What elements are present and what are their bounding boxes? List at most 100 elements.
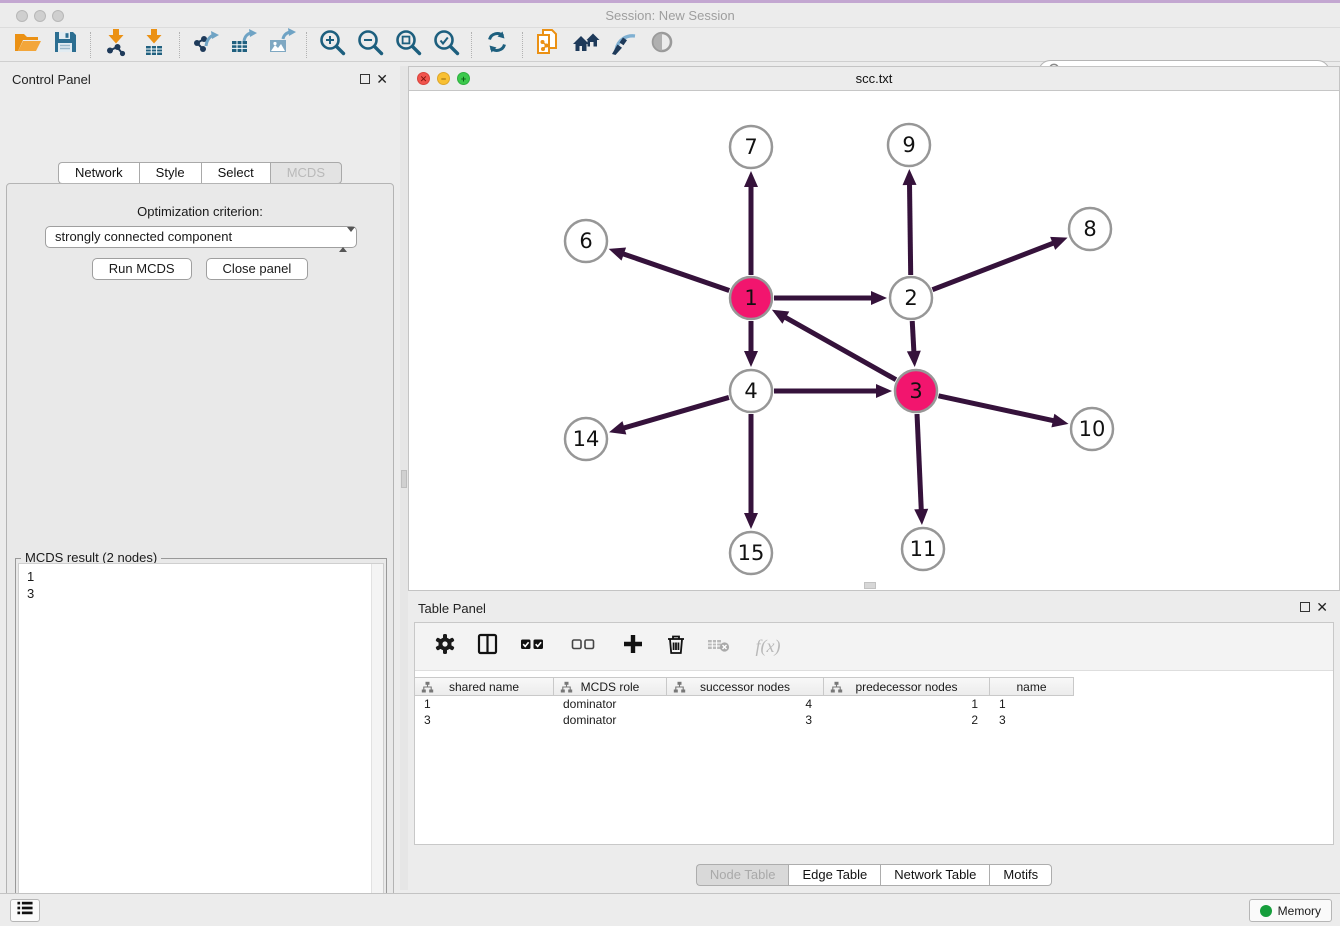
- result-line: 3: [27, 585, 375, 602]
- tab-network-table[interactable]: Network Table: [880, 864, 989, 886]
- houses-button[interactable]: [567, 29, 605, 61]
- zoom-selected-icon: [431, 27, 461, 62]
- cell-shared-name[interactable]: 3: [415, 712, 554, 728]
- table-row[interactable]: 1dominator411: [415, 696, 1333, 712]
- cell-predecessor-nodes[interactable]: 2: [824, 712, 990, 728]
- close-panel-icon[interactable]: ✕: [376, 70, 388, 88]
- paintbrush-button[interactable]: [605, 29, 643, 61]
- import-table-button[interactable]: [135, 29, 173, 61]
- edge-3-11[interactable]: [917, 414, 921, 512]
- unselect-all-button[interactable]: [568, 633, 604, 661]
- export-table-icon: [228, 27, 258, 62]
- column-header-name[interactable]: name: [990, 677, 1074, 696]
- task-history-button[interactable]: [10, 899, 40, 922]
- tab-mcds[interactable]: MCDS: [270, 162, 342, 184]
- zoom-selected-button[interactable]: [427, 29, 465, 61]
- column-type-icon: [673, 681, 686, 697]
- table-row[interactable]: 3dominator323: [415, 712, 1333, 728]
- network-canvas[interactable]: 7968124314101511: [409, 91, 1339, 590]
- node-label-6: 6: [579, 229, 592, 253]
- export-image-button[interactable]: [262, 29, 300, 61]
- cell-name[interactable]: 1: [990, 696, 1074, 712]
- cell-predecessor-nodes[interactable]: 1: [824, 696, 990, 712]
- close-panel-button[interactable]: Close panel: [206, 258, 309, 280]
- network-resize-handle[interactable]: [864, 582, 876, 589]
- zoom-out-button[interactable]: [351, 29, 389, 61]
- application-window: Session: New Session: [0, 0, 1340, 926]
- edge-arrowhead: [876, 384, 892, 398]
- node-label-8: 8: [1083, 217, 1096, 241]
- mcds-result-lines: 13: [19, 564, 383, 606]
- edge-4-14[interactable]: [622, 397, 729, 428]
- edge-2-3[interactable]: [912, 321, 914, 354]
- cell-successor-nodes[interactable]: 3: [667, 712, 824, 728]
- cell-mcds-role[interactable]: dominator: [554, 696, 667, 712]
- open-session-button[interactable]: [8, 29, 46, 61]
- memory-status-icon: [1260, 905, 1272, 917]
- node-label-10: 10: [1079, 417, 1106, 441]
- tab-network[interactable]: Network: [58, 162, 139, 184]
- tab-edge-table[interactable]: Edge Table: [788, 864, 880, 886]
- status-bar: Memory: [0, 893, 1340, 926]
- mcds-panel-body: Optimization criterion: strongly connect…: [6, 183, 394, 926]
- tab-motifs[interactable]: Motifs: [989, 864, 1052, 886]
- vertical-splitter[interactable]: [400, 66, 408, 890]
- cell-name[interactable]: 3: [990, 712, 1074, 728]
- control-panel-title: Control Panel: [12, 72, 91, 87]
- mcds-result-area[interactable]: 13: [18, 563, 384, 926]
- export-network-button[interactable]: [186, 29, 224, 61]
- optimization-criterion-select[interactable]: strongly connected component: [45, 226, 357, 248]
- toolbar-separator: [471, 32, 472, 58]
- edge-1-6[interactable]: [621, 253, 729, 290]
- tab-style[interactable]: Style: [139, 162, 201, 184]
- edge-2-8[interactable]: [932, 242, 1055, 289]
- table-settings-button[interactable]: [431, 633, 459, 661]
- node-label-14: 14: [573, 427, 600, 451]
- cell-mcds-role[interactable]: dominator: [554, 712, 667, 728]
- column-label: MCDS role: [581, 680, 640, 694]
- network-titlebar: ✕ − + scc.txt: [409, 67, 1339, 91]
- show-columns-button[interactable]: [474, 633, 502, 661]
- delete-row-button[interactable]: [662, 633, 690, 661]
- tab-node-table[interactable]: Node Table: [696, 864, 789, 886]
- add-row-button[interactable]: [619, 633, 647, 661]
- save-session-button[interactable]: [46, 29, 84, 61]
- cell-shared-name[interactable]: 1: [415, 696, 554, 712]
- zoom-in-button[interactable]: [313, 29, 351, 61]
- edge-arrowhead: [907, 351, 921, 367]
- selected-option: strongly connected component: [55, 229, 232, 244]
- cell-successor-nodes[interactable]: 4: [667, 696, 824, 712]
- network-graph: 7968124314101511: [409, 91, 1339, 590]
- delete-table-icon: [706, 632, 732, 661]
- checked-boxes-icon: [519, 632, 551, 661]
- document-network-button[interactable]: [529, 29, 567, 61]
- eye-button[interactable]: [643, 29, 681, 61]
- zoom-fit-button[interactable]: [389, 29, 427, 61]
- edge-2-9[interactable]: [909, 182, 910, 275]
- run-mcds-button[interactable]: Run MCDS: [92, 258, 192, 280]
- gear-icon: [433, 632, 457, 661]
- column-header-predecessor-nodes[interactable]: predecessor nodes: [824, 677, 990, 696]
- tab-select[interactable]: Select: [201, 162, 270, 184]
- table-float-icon[interactable]: [1300, 602, 1310, 612]
- memory-label: Memory: [1278, 904, 1321, 918]
- node-table-container: f(x) shared name MCDS role successor nodes…: [414, 622, 1334, 845]
- import-network-button[interactable]: [97, 29, 135, 61]
- export-table-button[interactable]: [224, 29, 262, 61]
- column-header-mcds-role[interactable]: MCDS role: [554, 677, 667, 696]
- float-window-icon[interactable]: [360, 74, 370, 84]
- edge-arrowhead: [914, 509, 928, 525]
- column-header-shared-name[interactable]: shared name: [415, 677, 554, 696]
- import-table-icon: [139, 27, 169, 62]
- result-scrollbar[interactable]: [371, 564, 383, 926]
- splitter-handle[interactable]: [401, 470, 407, 488]
- refresh-view-button[interactable]: [478, 29, 516, 61]
- edge-3-10[interactable]: [938, 396, 1055, 421]
- select-all-button[interactable]: [517, 633, 553, 661]
- refresh-icon: [482, 27, 512, 62]
- column-header-successor-nodes[interactable]: successor nodes: [667, 677, 824, 696]
- edge-3-1[interactable]: [783, 316, 896, 380]
- table-close-icon[interactable]: ✕: [1316, 598, 1328, 616]
- memory-button[interactable]: Memory: [1249, 899, 1332, 922]
- function-builder-button: f(x): [748, 633, 788, 661]
